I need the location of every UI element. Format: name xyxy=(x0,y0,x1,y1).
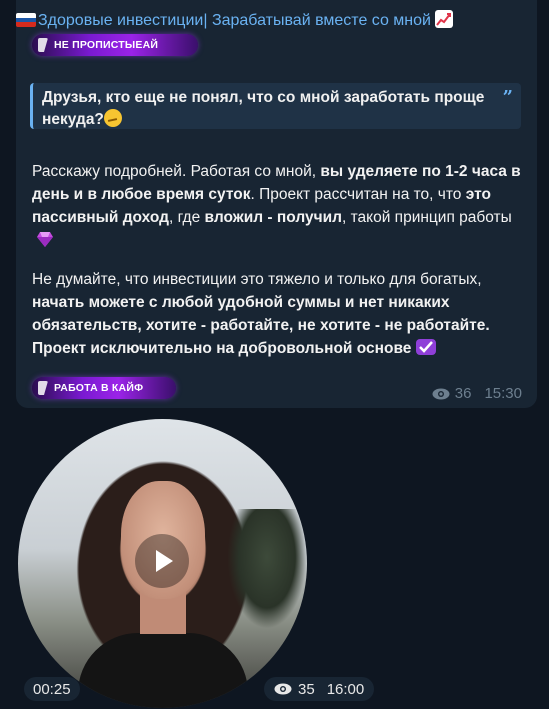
russia-flag-icon xyxy=(16,13,36,27)
video-person-shirt xyxy=(78,633,248,708)
chart-increasing-icon xyxy=(434,10,453,28)
paragraph-2: Не думайте, что инвестиции это тяжело и … xyxy=(32,268,522,360)
eye-icon xyxy=(274,683,292,695)
p1-bold-3: вложил - получил xyxy=(204,209,342,226)
post-time: 15:30 xyxy=(484,385,522,402)
video-meta: 35 16:00 xyxy=(264,677,375,701)
p1-text-4: , такой принцип работы xyxy=(341,209,512,226)
paragraph-1: Расскажу подробней. Работая со мной, вы … xyxy=(32,160,522,252)
badge-top-label: НЕ ПРОПИСТЫЕАЙ xyxy=(54,39,159,51)
post-meta: 36 15:30 xyxy=(432,385,522,402)
blockquote: Друзья, кто еще не понял, что со мной за… xyxy=(30,83,521,129)
quote-mark-icon: ” xyxy=(502,87,513,108)
channel-title[interactable]: Здоровые инвестиции| Зарабатывай вместе … xyxy=(16,10,453,30)
video-duration-text: 00:25 xyxy=(33,680,71,698)
post-views: 36 xyxy=(454,385,472,402)
play-button[interactable] xyxy=(135,534,189,588)
channel-title-text: Здоровые инвестиции| Зарабатывай вместе … xyxy=(38,12,431,29)
check-mark-icon xyxy=(416,339,437,355)
p1-text-2: . Проект рассчитан на то, что xyxy=(250,186,466,203)
thinking-face-icon xyxy=(103,109,122,127)
p2-text-1: Не думайте, что инвестиции это тяжело и … xyxy=(32,271,482,288)
video-time: 16:00 xyxy=(326,680,365,698)
gem-icon xyxy=(37,232,53,247)
video-views: 35 xyxy=(298,680,315,698)
badge-bottom: РАБОТА В КАЙФ xyxy=(32,377,176,399)
palm-tree-background xyxy=(227,509,307,629)
video-duration: 00:25 xyxy=(24,677,80,701)
badge-top: НЕ ПРОПИСТЫЕАЙ xyxy=(32,34,198,56)
p1-text-3: , где xyxy=(168,209,205,226)
p1-text-1: Расскажу подробней. Работая со мной, xyxy=(32,163,321,180)
badge-bottom-label: РАБОТА В КАЙФ xyxy=(54,382,144,394)
eye-icon xyxy=(432,388,450,399)
